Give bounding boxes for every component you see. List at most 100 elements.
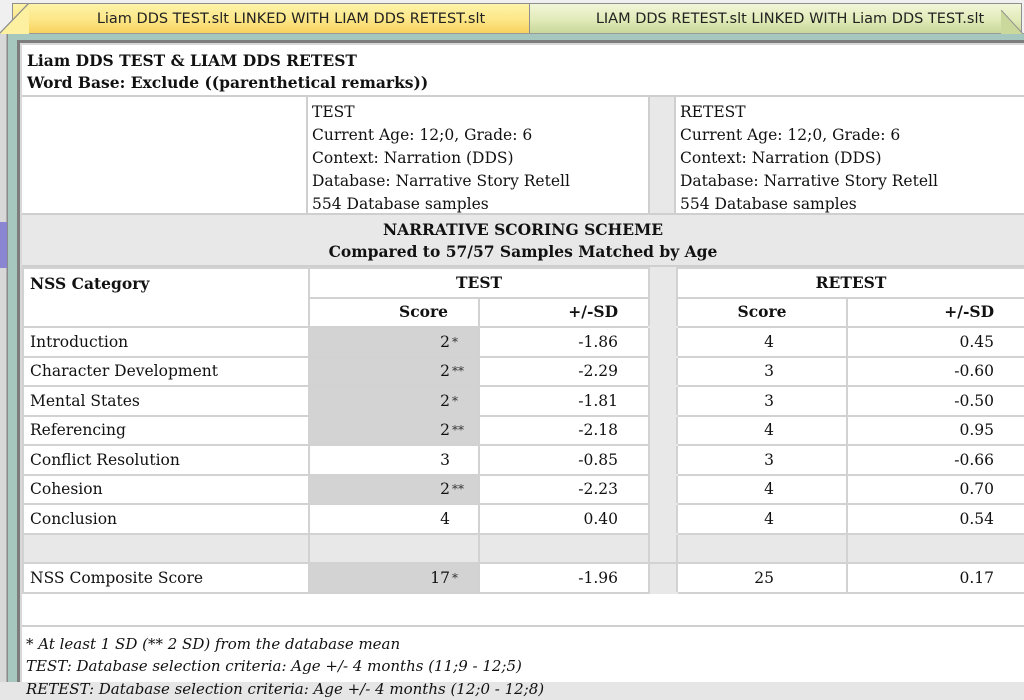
header-row-groups: NSS Category TEST RETEST <box>23 268 1024 298</box>
table-row: Introduction2*-1.8640.45 <box>23 327 1024 357</box>
significance-flag: ** <box>450 360 478 382</box>
retest-sd-cell: -0.60 <box>847 357 1024 387</box>
table-row: Cohesion2**-2.2340.70 <box>23 475 1024 505</box>
category-cell: Mental States <box>23 386 309 416</box>
tab-test-linked[interactable]: Liam DDS TEST.slt LINKED WITH LIAM DDS R… <box>12 3 530 33</box>
table-row: Character Development2**-2.293-0.60 <box>23 357 1024 387</box>
test-score-cell: 3 <box>309 445 479 475</box>
test-sd-cell: -2.18 <box>479 416 649 446</box>
report-title: Liam DDS TEST & LIAM DDS RETEST <box>27 50 1019 72</box>
test-score-cell: 2** <box>309 475 479 505</box>
retest-context: Context: Narration (DDS) <box>680 147 1020 170</box>
nss-table: NSS Category TEST RETEST Score +/-SD Sco… <box>22 267 1024 594</box>
significance-flag: ** <box>450 478 478 500</box>
test-info: TEST Current Age: 12;0, Grade: 6 Context… <box>308 97 648 213</box>
retest-score-cell: 4 <box>677 475 847 505</box>
header-test-sd: +/-SD <box>479 298 649 328</box>
retest-label: RETEST <box>680 101 1020 124</box>
header-retest-sd: +/-SD <box>847 298 1024 328</box>
scheme-title-block: NARRATIVE SCORING SCHEME Compared to 57/… <box>22 215 1024 267</box>
sample-info: TEST Current Age: 12;0, Grade: 6 Context… <box>22 97 1024 215</box>
table-row: Mental States2*-1.813-0.50 <box>23 386 1024 416</box>
significance-flag: * <box>450 390 478 412</box>
report-header: Liam DDS TEST & LIAM DDS RETEST Word Bas… <box>22 46 1024 97</box>
test-score: 4 <box>440 508 450 530</box>
table-row: Conflict Resolution3-0.853-0.66 <box>23 445 1024 475</box>
retest-sd-cell: 0.70 <box>847 475 1024 505</box>
scheme-title: NARRATIVE SCORING SCHEME <box>22 219 1024 241</box>
test-score-cell: 2** <box>309 357 479 387</box>
test-score: 2 <box>440 419 450 441</box>
retest-score-cell: 3 <box>677 445 847 475</box>
test-score-cell: 4 <box>309 504 479 534</box>
retest-score-cell: 4 <box>677 416 847 446</box>
tab-label: LIAM DDS RETEST.slt LINKED WITH Liam DDS… <box>596 11 984 27</box>
tab-retest-linked[interactable]: LIAM DDS RETEST.slt LINKED WITH Liam DDS… <box>528 3 1022 33</box>
test-sd-cell: -0.85 <box>479 445 649 475</box>
table-row: Referencing2**-2.1840.95 <box>23 416 1024 446</box>
footnote-significance: * At least 1 SD (** 2 SD) from the datab… <box>26 633 1020 656</box>
retest-sd-cell: 0.45 <box>847 327 1024 357</box>
test-context: Context: Narration (DDS) <box>312 147 644 170</box>
test-score-cell: 2** <box>309 416 479 446</box>
significance-flag: * <box>450 567 478 589</box>
retest-age-grade: Current Age: 12;0, Grade: 6 <box>680 124 1020 147</box>
retest-score-cell: 3 <box>677 357 847 387</box>
test-score-cell: 2* <box>309 386 479 416</box>
footnote-retest-criteria: RETEST: Database selection criteria: Age… <box>26 678 1020 700</box>
retest-score-cell: 4 <box>677 327 847 357</box>
test-database: Database: Narrative Story Retell <box>312 170 644 193</box>
retest-database: Database: Narrative Story Retell <box>680 170 1020 193</box>
left-panel-edge <box>0 34 7 682</box>
category-cell: Cohesion <box>23 475 309 505</box>
retest-samples: 554 Database samples <box>680 193 1020 216</box>
test-score-cell: 2* <box>309 327 479 357</box>
header-test: TEST <box>309 268 649 298</box>
category-cell: Introduction <box>23 327 309 357</box>
test-sd-cell: -2.23 <box>479 475 649 505</box>
header-category: NSS Category <box>23 268 309 327</box>
test-sd-cell: -1.86 <box>479 327 649 357</box>
table-row: Conclusion40.4040.54 <box>23 504 1024 534</box>
significance-flag: ** <box>450 419 478 441</box>
test-score-cell: 17* <box>309 563 479 593</box>
test-sd-cell: 0.40 <box>479 504 649 534</box>
word-base: Word Base: Exclude ((parenthetical remar… <box>27 72 1019 94</box>
retest-score-cell: 25 <box>677 563 847 593</box>
category-cell: Conclusion <box>23 504 309 534</box>
test-sd-cell: -1.96 <box>479 563 649 593</box>
retest-score-cell: 4 <box>677 504 847 534</box>
test-score: 2 <box>440 331 450 353</box>
header-retest: RETEST <box>677 268 1024 298</box>
tab-bar: Liam DDS TEST.slt LINKED WITH LIAM DDS R… <box>0 0 1024 34</box>
test-score: 2 <box>440 360 450 382</box>
retest-sd-cell: 0.54 <box>847 504 1024 534</box>
test-label: TEST <box>312 101 644 124</box>
retest-info: RETEST Current Age: 12;0, Grade: 6 Conte… <box>676 97 1024 213</box>
test-sd-cell: -1.81 <box>479 386 649 416</box>
test-score: 3 <box>440 449 450 471</box>
category-cell: NSS Composite Score <box>23 563 309 593</box>
composite-row: NSS Composite Score17*-1.96250.17 <box>23 563 1024 593</box>
left-panel-accent <box>0 222 7 268</box>
retest-sd-cell: -0.66 <box>847 445 1024 475</box>
category-cell: Referencing <box>23 416 309 446</box>
retest-score-cell: 3 <box>677 386 847 416</box>
retest-sd-cell: 0.95 <box>847 416 1024 446</box>
category-cell: Conflict Resolution <box>23 445 309 475</box>
scheme-subtitle: Compared to 57/57 Samples Matched by Age <box>22 241 1024 263</box>
test-score: 2 <box>440 390 450 412</box>
significance-flag: * <box>450 331 478 353</box>
test-score: 2 <box>440 478 450 500</box>
header-retest-score: Score <box>677 298 847 328</box>
test-samples: 554 Database samples <box>312 193 644 216</box>
report: Liam DDS TEST & LIAM DDS RETEST Word Bas… <box>22 46 1024 700</box>
footnotes: * At least 1 SD (** 2 SD) from the datab… <box>22 627 1024 700</box>
category-cell: Character Development <box>23 357 309 387</box>
header-test-score: Score <box>309 298 479 328</box>
retest-sd-cell: 0.17 <box>847 563 1024 593</box>
tab-label: Liam DDS TEST.slt LINKED WITH LIAM DDS R… <box>97 11 485 27</box>
test-sd-cell: -2.29 <box>479 357 649 387</box>
retest-sd-cell: -0.50 <box>847 386 1024 416</box>
test-score: 17 <box>430 567 450 589</box>
